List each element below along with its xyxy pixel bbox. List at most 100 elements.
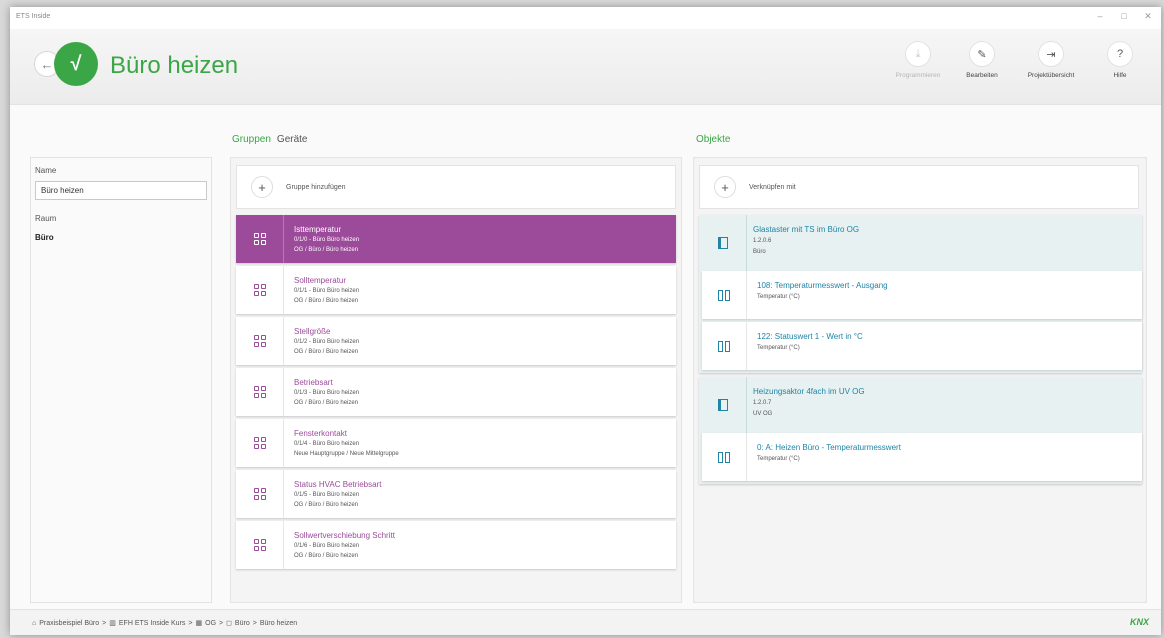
- title-bar: ETS Inside – □ ✕: [10, 7, 1161, 29]
- device-address: 1.2.0.6: [753, 238, 772, 244]
- breadcrumb-item[interactable]: OG: [205, 620, 216, 627]
- group-path: OG / Büro / Büro heizen: [294, 349, 359, 355]
- name-field[interactable]: [35, 181, 207, 200]
- close-button[interactable]: ✕: [1143, 11, 1153, 22]
- device-title: Glastaster mit TS im Büro OG: [753, 225, 860, 234]
- object-type: Temperatur (°C): [757, 294, 800, 300]
- group-address: 0/1/0 - Büro Büro heizen: [294, 237, 360, 243]
- object-type: Temperatur (°C): [757, 345, 800, 351]
- group-address: 0/1/4 - Büro Büro heizen: [294, 441, 360, 447]
- breadcrumb-separator: >: [219, 619, 224, 627]
- group-device-tabs: Gruppen Geräte: [232, 134, 308, 145]
- breadcrumb-separator: >: [252, 619, 257, 627]
- object-icon: [702, 322, 747, 370]
- group-row[interactable]: Sollwertverschiebung Schritt 0/1/6 - Büro…: [236, 521, 676, 569]
- group-address: 0/1/5 - Büro Büro heizen: [294, 492, 360, 498]
- object-title: 122: Statuswert 1 - Wert in °C: [757, 332, 863, 341]
- knx-logo: KNX: [1129, 617, 1149, 627]
- name-label: Name: [35, 166, 57, 175]
- group-path: Neue Hauptgruppe / Neue Mittelgruppe: [294, 451, 399, 457]
- breadcrumb-separator: >: [188, 619, 193, 627]
- group-title: Isttemperatur: [294, 225, 342, 234]
- restore-button[interactable]: □: [1119, 11, 1129, 22]
- device-header[interactable]: Glastaster mit TS im Büro OG 1.2.0.6 Büro: [699, 215, 1142, 271]
- device-room: Büro: [753, 249, 766, 255]
- object-row[interactable]: 122: Statuswert 1 - Wert in °C Temperatur…: [702, 322, 1142, 370]
- tab-devices[interactable]: Geräte: [277, 134, 308, 145]
- group-path: OG / Büro / Büro heizen: [294, 502, 359, 508]
- toolbar: ⤓ Programmieren ✎ Bearbeiten ⇥ Projektüb…: [893, 41, 1145, 79]
- project-overview-label: Projektübersicht: [1027, 72, 1075, 79]
- object-row[interactable]: 0: A: Heizen Büro - Temperaturmesswert Te…: [702, 433, 1142, 481]
- edit-button[interactable]: ✎ Bearbeiten: [957, 41, 1007, 79]
- device-block: Glastaster mit TS im Büro OG 1.2.0.6 Büro …: [699, 215, 1142, 373]
- group-path: OG / Büro / Büro heizen: [294, 553, 359, 559]
- group-title: Sollwertverschiebung Schritt: [294, 531, 395, 540]
- arrow-left-icon: ←: [40, 56, 54, 72]
- help-icon: ?: [1107, 41, 1133, 67]
- home-icon: ⌂: [32, 619, 37, 627]
- group-title: Betriebsart: [294, 378, 333, 387]
- object-icon: [702, 271, 747, 319]
- group-path: OG / Büro / Büro heizen: [294, 298, 359, 304]
- page-header: ← √ Büro heizen ⤓ Programmieren ✎ Bearbe…: [10, 29, 1161, 105]
- group-icon: [236, 215, 284, 263]
- device-header[interactable]: Heizungsaktor 4fach im UV OG 1.2.0.7 UV OG: [699, 377, 1142, 433]
- objects-panel: + Verknüpfen mit Glastaster mit TS im Bü…: [693, 157, 1147, 603]
- project-overview-button[interactable]: ⇥ Projektübersicht: [1021, 41, 1081, 79]
- sqrt-icon: √: [70, 52, 82, 75]
- group-row[interactable]: Fensterkontakt 0/1/4 - Büro Büro heizen Ne…: [236, 419, 676, 467]
- group-path: OG / Büro / Büro heizen: [294, 247, 359, 253]
- building-icon: ▥: [109, 620, 116, 627]
- room-value[interactable]: Büro: [35, 233, 54, 242]
- breadcrumb-item[interactable]: EFH ETS Inside Kurs: [119, 620, 186, 627]
- group-title: Solltemperatur: [294, 276, 347, 285]
- objects-title: Objekte: [696, 134, 731, 145]
- breadcrumb: ⌂ Praxisbeispiel Büro > ▥ EFH ETS Inside…: [32, 619, 297, 628]
- minimize-button[interactable]: –: [1095, 11, 1105, 22]
- group-icon: [236, 419, 284, 467]
- room-label: Raum: [35, 214, 57, 223]
- help-button[interactable]: ? Hilfe: [1095, 41, 1145, 79]
- device-address: 1.2.0.7: [753, 400, 772, 406]
- tab-groups[interactable]: Gruppen: [232, 134, 271, 145]
- group-row[interactable]: Betriebsart 0/1/3 - Büro Büro heizen OG / …: [236, 368, 676, 416]
- breadcrumb-item[interactable]: Büro: [235, 620, 250, 627]
- download-icon: ⤓: [905, 41, 931, 67]
- group-row[interactable]: Status HVAC Betriebsart 0/1/5 - Büro Büro…: [236, 470, 676, 518]
- link-with-label: Verknüpfen mit: [749, 183, 796, 191]
- device-room: UV OG: [753, 411, 773, 417]
- object-row[interactable]: 108: Temperaturmesswert - Ausgang Tempera…: [702, 271, 1142, 319]
- group-row[interactable]: Isttemperatur 0/1/0 - Büro Büro heizen OG …: [236, 215, 676, 263]
- device-title: Heizungsaktor 4fach im UV OG: [753, 387, 865, 396]
- breadcrumb-separator: >: [102, 619, 107, 627]
- device-icon: [699, 215, 747, 271]
- group-address: 0/1/6 - Büro Büro heizen: [294, 543, 360, 549]
- link-with-button[interactable]: + Verknüpfen mit: [699, 165, 1139, 209]
- group-icon: [236, 470, 284, 518]
- object-title: 0: A: Heizen Büro - Temperaturmesswert: [757, 443, 901, 452]
- room-icon: ◻: [226, 620, 232, 627]
- group-address: 0/1/2 - Büro Büro heizen: [294, 339, 360, 345]
- group-icon: [236, 368, 284, 416]
- main-content: Name Raum Büro Gruppen Geräte + Gruppe h…: [10, 105, 1161, 609]
- exit-icon: ⇥: [1038, 41, 1064, 67]
- pencil-icon: ✎: [969, 41, 995, 67]
- app-title: ETS Inside: [16, 13, 51, 20]
- object-type: Temperatur (°C): [757, 456, 800, 462]
- app-window: ETS Inside – □ ✕ ← √ Büro heizen ⤓ Progr…: [10, 7, 1161, 635]
- program-button[interactable]: ⤓ Programmieren: [893, 41, 943, 79]
- add-group-button[interactable]: + Gruppe hinzufügen: [236, 165, 676, 209]
- group-icon: [236, 521, 284, 569]
- group-row[interactable]: Stellgröße 0/1/2 - Büro Büro heizen OG / B…: [236, 317, 676, 365]
- program-label: Programmieren: [895, 72, 941, 79]
- group-row[interactable]: Solltemperatur 0/1/1 - Büro Büro heizen OG…: [236, 266, 676, 314]
- breadcrumb-item[interactable]: Praxisbeispiel Büro: [39, 620, 99, 627]
- floor-icon: ▦: [195, 620, 203, 627]
- status-bar: ⌂ Praxisbeispiel Büro > ▥ EFH ETS Inside…: [10, 609, 1161, 635]
- function-logo: √: [54, 42, 98, 86]
- group-address: 0/1/1 - Büro Büro heizen: [294, 288, 360, 294]
- group-title: Fensterkontakt: [294, 429, 347, 438]
- group-icon: [236, 317, 284, 365]
- page-title: Büro heizen: [110, 52, 239, 79]
